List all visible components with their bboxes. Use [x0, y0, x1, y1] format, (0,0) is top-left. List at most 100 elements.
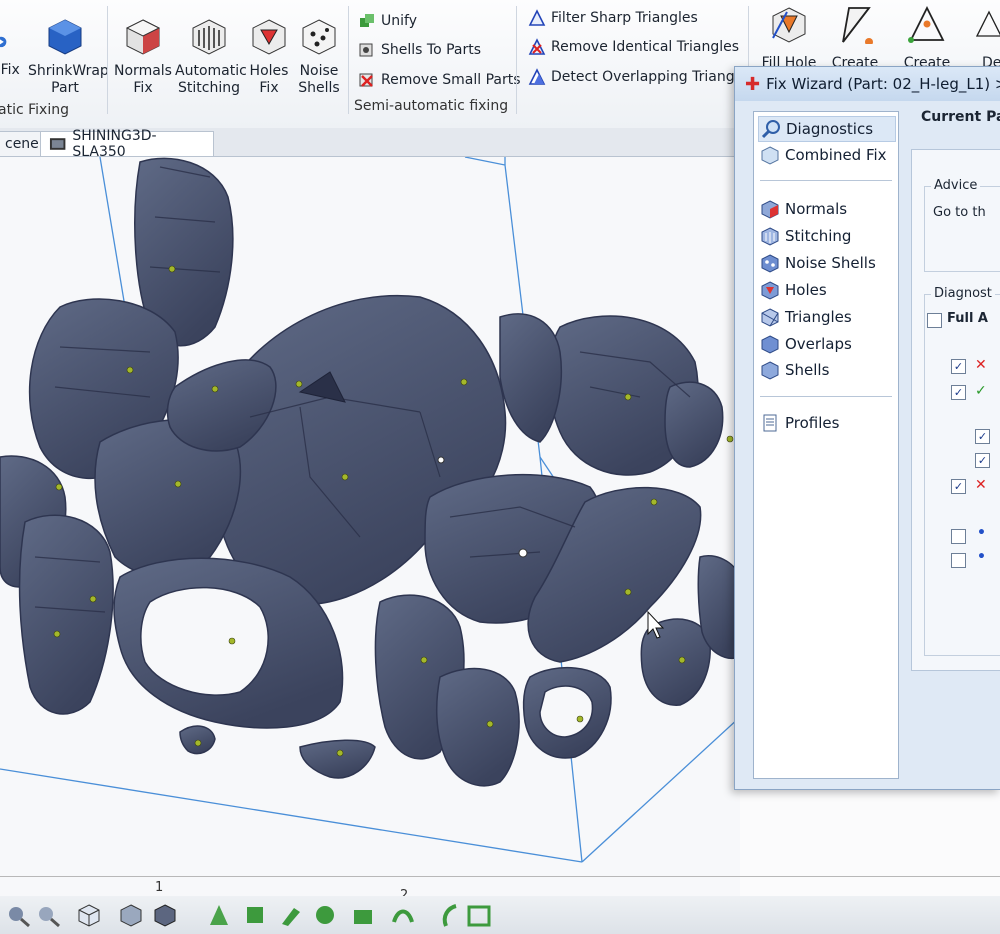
- rotate-tool-icon[interactable]: [242, 902, 268, 928]
- fix-wizard-title-bar[interactable]: ✚ Fix Wizard (Part: 02_H-leg_L1) >: [735, 67, 1000, 101]
- nav-item-overlaps[interactable]: Overlaps: [760, 332, 852, 356]
- delete-icon: [975, 10, 1000, 37]
- autofix-icon: [0, 36, 7, 48]
- triangles-icon: [761, 308, 779, 327]
- shrinkwrap-icon: [48, 19, 82, 55]
- overlaps-cube-icon: [761, 335, 779, 354]
- tab-scene[interactable]: cene: [0, 131, 42, 156]
- stitching-cube-icon: [761, 227, 779, 246]
- selected-point-marker: [518, 548, 528, 558]
- create-triangle-icon: [842, 7, 873, 46]
- section-tool-icon[interactable]: [466, 902, 492, 928]
- machine-icon: [49, 138, 66, 150]
- fix-wizard-nav-panel: Diagnostics Combined Fix Normals Stitchi…: [753, 111, 899, 779]
- nav-item-diagnostics[interactable]: Diagnostics: [758, 116, 896, 142]
- info-dot-icon: •: [977, 549, 986, 565]
- current-part-heading: Current Part: [921, 109, 1000, 125]
- scale-tool-icon[interactable]: [278, 902, 304, 928]
- selected-point-marker: [437, 456, 445, 464]
- normals-fix-button[interactable]: Normals Fix: [114, 16, 172, 97]
- nav-item-combined-fix[interactable]: Combined Fix: [760, 143, 887, 167]
- part-visor: [499, 313, 563, 443]
- remove-identical-triangles-button[interactable]: Remove Identical Triangles: [528, 38, 739, 56]
- filter-triangle-icon: [528, 9, 546, 26]
- semi-automatic-fixing-group-label: Semi-automatic fixing: [354, 98, 509, 114]
- view-cube-icon[interactable]: [76, 902, 102, 928]
- nav-item-noise-shells[interactable]: Noise Shells: [760, 251, 876, 275]
- align-tool-icon[interactable]: [390, 902, 416, 928]
- automatic-stitching-button[interactable]: Automatic Stitching: [175, 16, 247, 97]
- remove-small-parts-icon: [359, 73, 373, 87]
- tab-machine[interactable]: SHINING3D-SLA350: [40, 128, 214, 160]
- noise-shells-icon: [302, 19, 336, 55]
- diagnostic-checkbox[interactable]: [951, 529, 966, 544]
- nav-item-triangles[interactable]: Triangles: [760, 305, 852, 329]
- nav-item-normals[interactable]: Normals: [760, 197, 847, 221]
- nav-divider: [760, 180, 892, 181]
- full-analysis-checkbox[interactable]: [927, 313, 942, 328]
- shells-cube-icon: [761, 361, 779, 380]
- info-dot-icon: •: [977, 525, 986, 541]
- zoom-view-icon[interactable]: [6, 902, 32, 928]
- diagnostic-checkbox[interactable]: ✓: [951, 385, 966, 400]
- model-parts[interactable]: [0, 157, 740, 787]
- perspective-cube-icon[interactable]: [118, 902, 144, 928]
- diagnostic-checkbox[interactable]: ✓: [951, 359, 966, 374]
- zoom-selection-icon[interactable]: [36, 902, 62, 928]
- shrinkwrap-part-button[interactable]: ShrinkWrap Part: [28, 16, 109, 97]
- autofix-button[interactable]: oFix: [0, 18, 24, 78]
- part-hand-right: [640, 618, 711, 706]
- mirror-tool-icon[interactable]: [312, 902, 338, 928]
- fix-wizard-window: ✚ Fix Wizard (Part: 02_H-leg_L1) > Diagn…: [734, 66, 1000, 790]
- cut-tool-icon[interactable]: [350, 902, 376, 928]
- nav-item-profiles[interactable]: Profiles: [760, 411, 839, 435]
- diagnostic-checkbox[interactable]: ✓: [951, 479, 966, 494]
- diagnostic-checkbox[interactable]: ✓: [975, 453, 990, 468]
- shells-to-parts-icon: [359, 43, 373, 57]
- part-calf-left: [18, 514, 114, 715]
- solid-cube-icon[interactable]: [152, 902, 178, 928]
- create-point-icon: [908, 5, 945, 43]
- delete-button-partial[interactable]: De: [974, 4, 1000, 72]
- stitching-icon: [192, 19, 226, 55]
- error-cross-icon: ✕: [975, 477, 987, 493]
- create-triangle-button[interactable]: Create: [826, 4, 884, 72]
- create-point-button[interactable]: Create: [898, 4, 956, 72]
- remove-triangle-icon: [528, 38, 546, 55]
- unify-button[interactable]: Unify: [358, 12, 417, 30]
- holes-cube-icon: [761, 281, 779, 300]
- automatic-fixing-group-label: atic Fixing: [0, 102, 69, 118]
- unify-icon: [360, 14, 374, 27]
- scene-canvas[interactable]: [0, 157, 740, 934]
- diagnostic-checkbox[interactable]: [951, 553, 966, 568]
- view-toolbar: [0, 896, 1000, 934]
- combined-fix-icon: [761, 146, 779, 165]
- remove-small-parts-button[interactable]: Remove Small Parts: [358, 71, 521, 89]
- nav-item-holes[interactable]: Holes: [760, 278, 827, 302]
- fill-hole-button[interactable]: Fill Hole: [758, 4, 820, 72]
- fill-hole-icon: [772, 7, 806, 43]
- ribbon-separator: [516, 6, 517, 114]
- part-fragment-bottom: [299, 739, 376, 779]
- ruler: 1 2 3 4: [0, 862, 1000, 933]
- overlap-triangle-icon: [528, 68, 546, 85]
- detect-overlapping-triangles-button[interactable]: Detect Overlapping Triangle: [528, 68, 747, 86]
- advice-groupbox: Advice Go to th: [924, 178, 1000, 272]
- part-shin-right: [435, 667, 520, 787]
- nav-item-shells[interactable]: Shells: [760, 358, 829, 382]
- fix-wizard-cross-icon: ✚: [745, 73, 761, 95]
- shells-to-parts-button[interactable]: Shells To Parts: [358, 41, 481, 59]
- filter-sharp-triangles-button[interactable]: Filter Sharp Triangles: [528, 9, 698, 27]
- part-small-knee: [664, 381, 724, 468]
- move-tool-icon[interactable]: [206, 902, 232, 928]
- nav-divider: [760, 396, 892, 397]
- holes-fix-button[interactable]: Holes Fix: [247, 16, 291, 97]
- magnifier-icon: [761, 120, 780, 139]
- 3d-viewport[interactable]: [0, 157, 740, 934]
- advice-legend: Advice: [931, 178, 981, 193]
- measure-tool-icon[interactable]: [438, 902, 464, 928]
- nav-item-stitching[interactable]: Stitching: [760, 224, 851, 248]
- diagnostic-checkbox[interactable]: ✓: [975, 429, 990, 444]
- noise-shells-button[interactable]: Noise Shells: [296, 16, 342, 97]
- noise-shells-cube-icon: [761, 254, 779, 273]
